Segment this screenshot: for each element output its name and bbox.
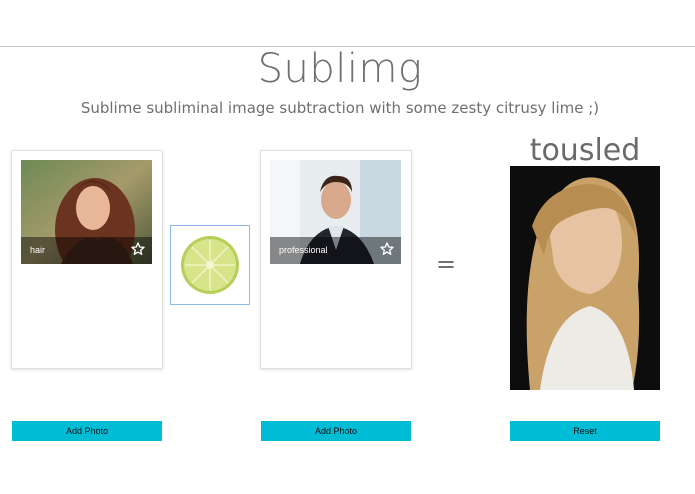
photo-card-professional: professional [260, 150, 412, 369]
tousled-hair-portrait-image [510, 166, 660, 390]
photo-card-hair: hair [11, 150, 163, 369]
page-subtitle: Sublime subliminal image subtraction wit… [80, 99, 600, 117]
photo-caption-bar: hair [21, 237, 152, 264]
lime-operator-tile[interactable] [170, 225, 250, 305]
equals-sign: = [435, 250, 457, 278]
add-photo-button-2[interactable]: Add Photo [261, 421, 411, 441]
reset-button[interactable]: Reset [510, 421, 660, 441]
add-photo-button-1[interactable]: Add Photo [12, 421, 162, 441]
photo-caption-bar: professional [270, 237, 401, 264]
photo-caption-label: hair [30, 245, 46, 255]
photo-caption-label: professional [279, 245, 328, 255]
page-title: Sublimg [257, 46, 423, 92]
star-outline-icon[interactable] [130, 241, 146, 257]
result-label: tousled [529, 133, 641, 168]
photo-thumbnail-professional[interactable]: professional [270, 160, 401, 264]
lime-slice-icon [181, 236, 239, 294]
star-outline-icon[interactable] [379, 241, 395, 257]
result-photo [510, 166, 660, 390]
photo-thumbnail-hair[interactable]: hair [21, 160, 152, 264]
